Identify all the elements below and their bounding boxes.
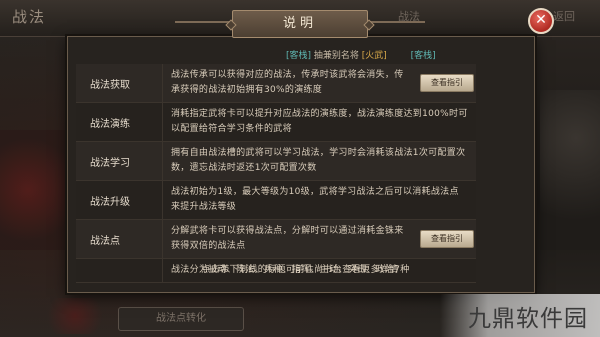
watermark: 九鼎软件园: [468, 306, 588, 332]
close-icon: ✕: [535, 12, 547, 28]
table-row: 战法获取 战法传承可以获得对应的战法，传承时该武将会消失，传承获得的战法初始拥有…: [76, 64, 476, 103]
row-title[interactable]: 战法获取: [76, 64, 163, 102]
table-row: 战法学习 拥有自由战法槽的武将可以学习战法，学习时会消耗该战法1次可配置次数，遗…: [76, 142, 476, 181]
bottom-illustration: [40, 298, 110, 334]
breadcrumb-tag-left[interactable]: [客栈]: [286, 51, 311, 61]
row-title[interactable]: 战法演练: [76, 103, 163, 141]
table-row: 战法点 分解武将卡可以获得战法点，分解时可以通过消耗金铢来获得双倍的战法点 查看…: [76, 220, 476, 259]
row-title[interactable]: 战法点: [76, 220, 163, 258]
convert-points-button[interactable]: 战法点转化: [118, 307, 244, 331]
footer-hint: 点击带下划线的标题可前往尚书台查看更多详情: [201, 265, 399, 275]
header-ornament-right: [370, 21, 425, 23]
row-title[interactable]: 战法学习: [76, 142, 163, 180]
row-description: 拥有自由战法槽的武将可以学习战法，学习时会消耗该战法1次可配置次数，遗忘战法时返…: [171, 148, 466, 173]
breadcrumb-tag-right[interactable]: [客栈]: [411, 51, 436, 61]
dialog-title: 说明: [232, 10, 368, 38]
header-ornament-left: [175, 21, 230, 23]
breadcrumb-gold: [火武]: [361, 51, 387, 61]
army-illustration: [0, 130, 70, 250]
row-description: 消耗指定武将卡可以提升对应战法的演练度，战法演练度达到100%时可以配置给符合学…: [171, 109, 468, 134]
breadcrumb-middle: 抽兼别名将: [313, 51, 359, 61]
side-decoration: [540, 90, 600, 250]
rules-table: 战法获取 战法传承可以获得对应的战法，传承时该武将会消失，传承获得的战法初始拥有…: [76, 64, 476, 283]
view-guide-button[interactable]: 查看指引: [420, 230, 474, 248]
breadcrumb: [客栈] 抽兼别名将 [火武] [客栈]: [286, 48, 436, 61]
table-row: 战法演练 消耗指定武将卡可以提升对应战法的演练度，战法演练度达到100%时可以配…: [76, 103, 476, 142]
screen-title: 战法: [12, 8, 47, 26]
close-button[interactable]: ✕: [528, 8, 554, 34]
row-description: 战法初始为1级，最大等级为10级，武将学习战法之后可以消耗战法点来提升战法等级: [171, 187, 459, 212]
table-row: 战法升级 战法初始为1级，最大等级为10级，武将学习战法之后可以消耗战法点来提升…: [76, 181, 476, 220]
back-label[interactable]: 返回: [553, 8, 575, 24]
row-title[interactable]: 战法升级: [76, 181, 163, 219]
view-guide-button[interactable]: 查看指引: [420, 74, 474, 92]
